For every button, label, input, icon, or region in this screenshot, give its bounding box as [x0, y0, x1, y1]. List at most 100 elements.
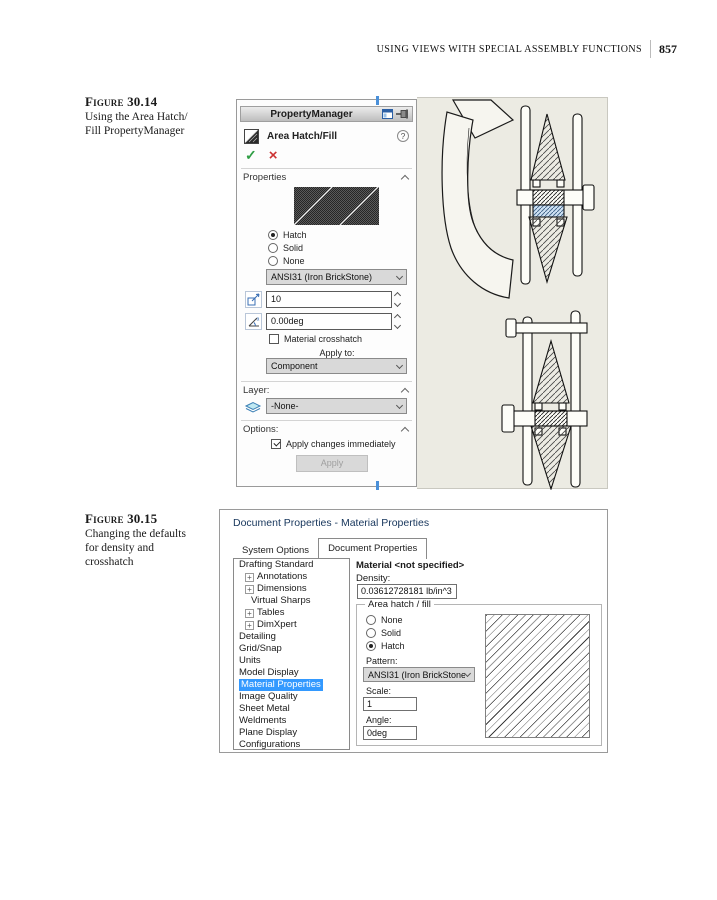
expand-icon[interactable] — [245, 609, 254, 618]
tab-strip: System Options Document Properties — [233, 538, 427, 559]
figure-label: Figure 30.14 — [85, 94, 220, 110]
expand-icon[interactable] — [245, 621, 254, 630]
upper-link-assembly[interactable] — [517, 106, 594, 284]
tree-item-sheet-metal[interactable]: Sheet Metal — [234, 703, 349, 715]
divider — [241, 168, 412, 169]
settings-tree: Drafting Standard Annotations Dimensions… — [233, 558, 350, 750]
chapter-title: USING VIEWS WITH SPECIAL ASSEMBLY FUNCTI… — [377, 44, 642, 55]
running-head: USING VIEWS WITH SPECIAL ASSEMBLY FUNCTI… — [377, 40, 677, 58]
radio-button[interactable] — [366, 641, 376, 651]
tree-item-plane-display[interactable]: Plane Display — [234, 727, 349, 739]
caption-line: Fill PropertyManager — [85, 124, 220, 138]
radio-solid[interactable]: Solid — [268, 243, 303, 253]
angle-input[interactable]: 0deg — [363, 726, 417, 740]
radio-none[interactable]: None — [268, 256, 305, 266]
pattern-dropdown[interactable]: ANSI31 (Iron BrickStone) — [266, 269, 407, 285]
hatch-scale-icon — [245, 291, 262, 308]
tree-item-detailing[interactable]: Detailing — [234, 631, 349, 643]
splitter-handle[interactable] — [376, 481, 379, 490]
tree-item-annotations[interactable]: Annotations — [234, 571, 349, 583]
selected-area-hatch[interactable] — [533, 205, 564, 217]
layer-section-header[interactable]: Layer: — [243, 385, 408, 396]
spin-up-icon — [394, 313, 401, 320]
hatch-pattern-preview — [485, 614, 590, 738]
assembly-drawing — [417, 98, 608, 490]
checkbox[interactable] — [271, 439, 281, 449]
radio-button[interactable] — [366, 628, 376, 638]
hatch-angle-icon: a — [245, 313, 262, 330]
angle-label: Angle: — [366, 715, 392, 725]
tree-item-tables[interactable]: Tables — [234, 607, 349, 619]
tree-item-dimensions[interactable]: Dimensions — [234, 583, 349, 595]
figure-30-14-image: PropertyManager Area Hatch/Fill Pro — [236, 97, 608, 489]
figure-30-14-caption: Figure 30.14 Using the Area Hatch/ Fill … — [85, 94, 220, 138]
radio-hatch[interactable]: Hatch — [268, 230, 307, 240]
hatch-scale-input[interactable]: 10 — [266, 291, 392, 308]
apply-to-dropdown[interactable]: Component — [266, 358, 407, 374]
spin-down-icon — [394, 321, 401, 328]
layer-dropdown[interactable]: -None- — [266, 398, 407, 414]
caption-line: Using the Area Hatch/ — [85, 110, 220, 124]
property-manager-header: PropertyManager — [240, 106, 413, 122]
material-crosshatch-checkbox[interactable]: Material crosshatch — [269, 334, 362, 344]
tree-item-image-quality[interactable]: Image Quality — [234, 691, 349, 703]
splitter-handle[interactable] — [376, 96, 379, 105]
tree-item-drafting-standard[interactable]: Drafting Standard — [234, 559, 349, 571]
apply-button[interactable]: Apply — [296, 455, 368, 472]
elbow-part[interactable] — [442, 100, 513, 298]
tab-document-properties[interactable]: Document Properties — [318, 538, 427, 559]
book-page: USING VIEWS WITH SPECIAL ASSEMBLY FUNCTI… — [0, 0, 717, 900]
hatch-angle-input[interactable]: 0.00deg — [266, 313, 392, 330]
angle-spinner[interactable] — [395, 315, 400, 328]
density-input[interactable]: 0.03612728181 lb/in^3 — [357, 584, 457, 599]
spin-up-icon — [394, 291, 401, 298]
radio-button[interactable] — [268, 230, 278, 240]
tab-system-options[interactable]: System Options — [233, 542, 318, 559]
caption-line: crosshatch — [85, 555, 220, 569]
tree-item-grid-snap[interactable]: Grid/Snap — [234, 643, 349, 655]
radio-button[interactable] — [268, 243, 278, 253]
hatch-preview-swatch — [294, 187, 379, 225]
properties-section-header[interactable]: Properties — [243, 172, 408, 183]
ok-check-icon[interactable] — [245, 147, 257, 164]
spin-down-icon — [394, 299, 401, 306]
radio-button[interactable] — [366, 615, 376, 625]
scale-input[interactable]: 1 — [363, 697, 417, 711]
panel-layout-icon[interactable] — [382, 109, 393, 119]
help-icon[interactable] — [397, 130, 409, 142]
tree-item-virtual-sharps[interactable]: Virtual Sharps — [234, 595, 349, 607]
feature-title: Area Hatch/Fill — [267, 131, 397, 142]
collapse-chevron-icon[interactable] — [401, 388, 409, 396]
radio-hatch[interactable]: Hatch — [366, 641, 405, 651]
chevron-down-icon — [396, 401, 403, 408]
dialog-title: Document Properties - Material Propertie… — [233, 517, 429, 529]
apply-immediately-checkbox[interactable]: Apply changes immediately — [271, 439, 396, 449]
radio-none[interactable]: None — [366, 615, 403, 625]
figure-30-15-caption: Figure 30.15 Changing the defaults for d… — [85, 511, 220, 569]
tree-item-material-properties[interactable]: Material Properties — [234, 679, 349, 691]
lower-link-assembly[interactable] — [502, 311, 587, 489]
scale-spinner[interactable] — [395, 293, 400, 306]
collapse-chevron-icon[interactable] — [401, 427, 409, 435]
divider — [241, 420, 412, 421]
expand-icon[interactable] — [245, 585, 254, 594]
tree-item-configurations[interactable]: Configurations — [234, 739, 349, 750]
pin-icon[interactable] — [396, 109, 409, 119]
cancel-x-icon[interactable] — [269, 147, 278, 164]
collapse-chevron-icon[interactable] — [401, 175, 409, 183]
pattern-dropdown[interactable]: ANSI31 (Iron BrickStone) — [363, 667, 475, 682]
expand-icon[interactable] — [245, 573, 254, 582]
property-manager-panel: PropertyManager Area Hatch/Fill Pro — [236, 99, 417, 487]
tree-item-model-display[interactable]: Model Display — [234, 667, 349, 679]
layer-icon — [244, 400, 262, 413]
tree-item-dimxpert[interactable]: DimXpert — [234, 619, 349, 631]
tree-item-weldments[interactable]: Weldments — [234, 715, 349, 727]
radio-button[interactable] — [268, 256, 278, 266]
tree-item-units[interactable]: Units — [234, 655, 349, 667]
caption-line: Changing the defaults — [85, 527, 220, 541]
panel-title: PropertyManager — [241, 109, 382, 120]
checkbox[interactable] — [269, 334, 279, 344]
options-section-header[interactable]: Options: — [243, 424, 408, 435]
header-divider — [650, 40, 651, 58]
radio-solid[interactable]: Solid — [366, 628, 401, 638]
